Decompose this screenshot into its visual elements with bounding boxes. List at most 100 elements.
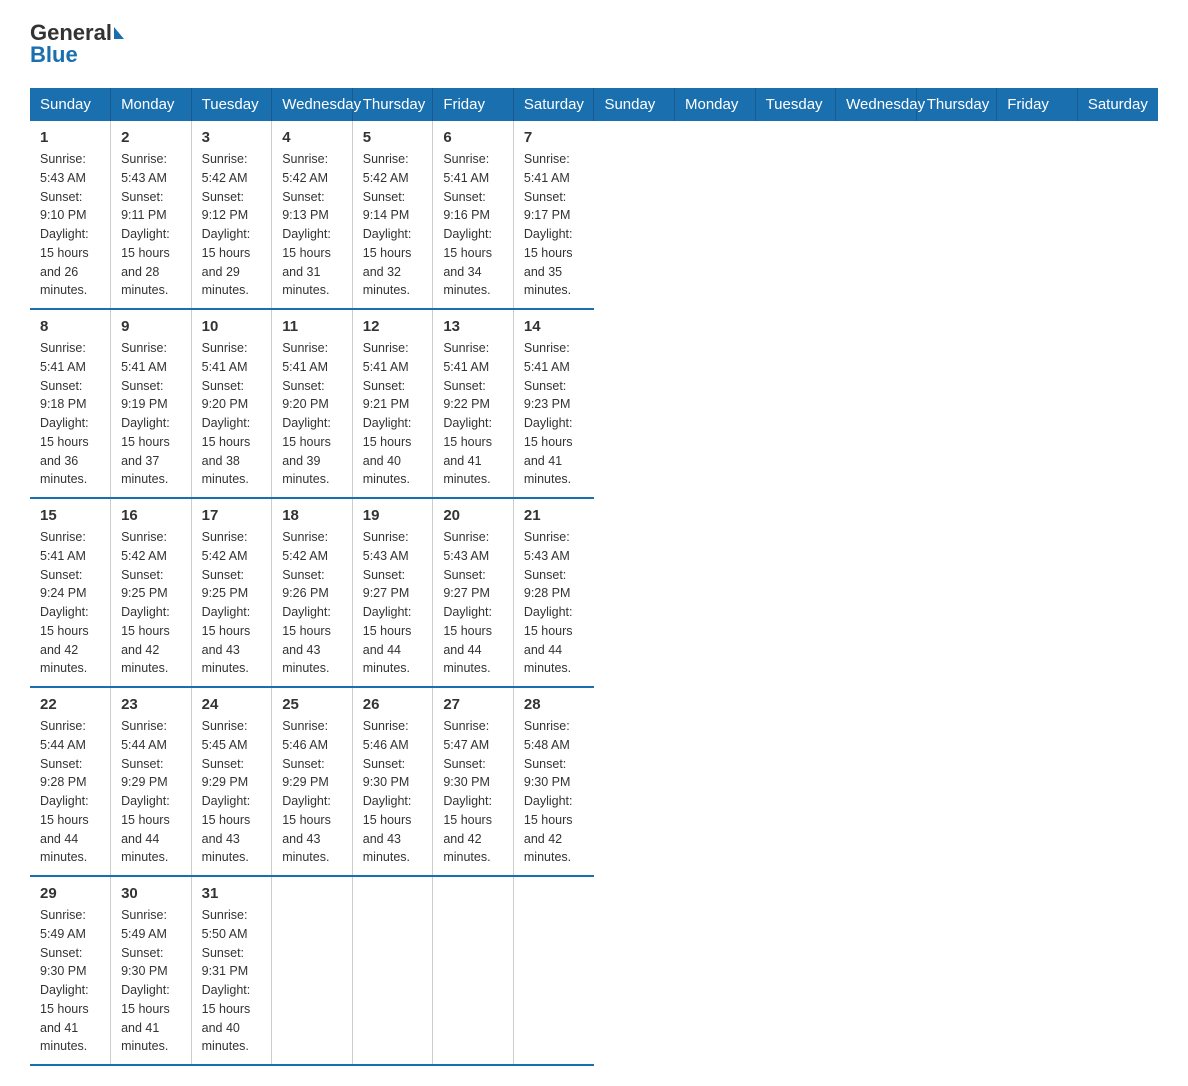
- day-number: 22: [40, 696, 100, 713]
- day-number: 8: [40, 318, 100, 335]
- day-number: 13: [443, 318, 503, 335]
- calendar-day-cell: 12 Sunrise: 5:41 AMSunset: 9:21 PMDayligh…: [352, 309, 433, 498]
- calendar-day-cell: 26 Sunrise: 5:46 AMSunset: 9:30 PMDayligh…: [352, 687, 433, 876]
- day-info: Sunrise: 5:44 AMSunset: 9:29 PMDaylight:…: [121, 717, 181, 867]
- calendar-table: SundayMondayTuesdayWednesdayThursdayFrid…: [30, 88, 1158, 1066]
- calendar-week-row: 15Sunrise: 5:41 AMSunset: 9:24 PMDayligh…: [30, 498, 1158, 687]
- calendar-day-header: Wednesday: [272, 88, 353, 121]
- calendar-day-header: Sunday: [30, 88, 111, 121]
- calendar-day-cell: 22 Sunrise: 5:44 AMSunset: 9:28 PMDayligh…: [30, 687, 111, 876]
- day-info: Sunrise: 5:41 AMSunset: 9:17 PMDaylight:…: [524, 150, 584, 300]
- day-number: 7: [524, 129, 584, 146]
- day-info: Sunrise: 5:43 AMSunset: 9:27 PMDaylight:…: [363, 528, 423, 678]
- day-info: Sunrise: 5:50 AMSunset: 9:31 PMDaylight:…: [202, 906, 262, 1056]
- day-number: 17: [202, 507, 262, 524]
- day-info: Sunrise: 5:44 AMSunset: 9:28 PMDaylight:…: [40, 717, 100, 867]
- calendar-day-header: Friday: [997, 88, 1078, 121]
- day-number: 3: [202, 129, 262, 146]
- day-number: 4: [282, 129, 342, 146]
- calendar-day-cell: [513, 876, 594, 1065]
- day-number: 16: [121, 507, 181, 524]
- day-info: Sunrise: 5:47 AMSunset: 9:30 PMDaylight:…: [443, 717, 503, 867]
- page-header: General Blue: [30, 20, 1158, 68]
- calendar-day-cell: 27 Sunrise: 5:47 AMSunset: 9:30 PMDayligh…: [433, 687, 514, 876]
- calendar-week-row: 22 Sunrise: 5:44 AMSunset: 9:28 PMDayligh…: [30, 687, 1158, 876]
- day-number: 2: [121, 129, 181, 146]
- calendar-day-cell: 18 Sunrise: 5:42 AMSunset: 9:26 PMDayligh…: [272, 498, 353, 687]
- day-number: 11: [282, 318, 342, 335]
- calendar-day-cell: 13 Sunrise: 5:41 AMSunset: 9:22 PMDayligh…: [433, 309, 514, 498]
- day-number: 27: [443, 696, 503, 713]
- calendar-day-header: Wednesday: [836, 88, 917, 121]
- calendar-day-cell: 6 Sunrise: 5:41 AMSunset: 9:16 PMDaylight…: [433, 121, 514, 309]
- calendar-day-cell: 5 Sunrise: 5:42 AMSunset: 9:14 PMDaylight…: [352, 121, 433, 309]
- day-info: Sunrise: 5:45 AMSunset: 9:29 PMDaylight:…: [202, 717, 262, 867]
- calendar-day-header: Monday: [675, 88, 756, 121]
- day-info: Sunrise: 5:48 AMSunset: 9:30 PMDaylight:…: [524, 717, 584, 867]
- calendar-day-cell: 10 Sunrise: 5:41 AMSunset: 9:20 PMDayligh…: [191, 309, 272, 498]
- day-number: 5: [363, 129, 423, 146]
- day-number: 29: [40, 885, 100, 902]
- day-number: 28: [524, 696, 584, 713]
- calendar-day-cell: 25Sunrise: 5:46 AMSunset: 9:29 PMDayligh…: [272, 687, 353, 876]
- day-number: 18: [282, 507, 342, 524]
- calendar-day-cell: 7 Sunrise: 5:41 AMSunset: 9:17 PMDaylight…: [513, 121, 594, 309]
- day-number: 20: [443, 507, 503, 524]
- calendar-day-header: Monday: [111, 88, 192, 121]
- calendar-week-row: 8 Sunrise: 5:41 AMSunset: 9:18 PMDaylight…: [30, 309, 1158, 498]
- calendar-day-header: Saturday: [513, 88, 594, 121]
- day-number: 23: [121, 696, 181, 713]
- calendar-day-header: Tuesday: [191, 88, 272, 121]
- day-info: Sunrise: 5:42 AMSunset: 9:14 PMDaylight:…: [363, 150, 423, 300]
- calendar-day-cell: 11 Sunrise: 5:41 AMSunset: 9:20 PMDayligh…: [272, 309, 353, 498]
- calendar-day-cell: 4Sunrise: 5:42 AMSunset: 9:13 PMDaylight…: [272, 121, 353, 309]
- calendar-day-cell: 23 Sunrise: 5:44 AMSunset: 9:29 PMDayligh…: [111, 687, 192, 876]
- calendar-day-cell: 2 Sunrise: 5:43 AMSunset: 9:11 PMDaylight…: [111, 121, 192, 309]
- calendar-day-header: Saturday: [1077, 88, 1158, 121]
- calendar-day-cell: 1Sunrise: 5:43 AMSunset: 9:10 PMDaylight…: [30, 121, 111, 309]
- calendar-day-cell: [433, 876, 514, 1065]
- day-number: 6: [443, 129, 503, 146]
- calendar-day-cell: 24Sunrise: 5:45 AMSunset: 9:29 PMDayligh…: [191, 687, 272, 876]
- day-info: Sunrise: 5:41 AMSunset: 9:20 PMDaylight:…: [202, 339, 262, 489]
- day-info: Sunrise: 5:42 AMSunset: 9:26 PMDaylight:…: [282, 528, 342, 678]
- calendar-day-header: Thursday: [916, 88, 997, 121]
- day-number: 10: [202, 318, 262, 335]
- calendar-day-cell: 30Sunrise: 5:49 AMSunset: 9:30 PMDayligh…: [111, 876, 192, 1065]
- calendar-week-row: 29 Sunrise: 5:49 AMSunset: 9:30 PMDayligh…: [30, 876, 1158, 1065]
- day-info: Sunrise: 5:41 AMSunset: 9:18 PMDaylight:…: [40, 339, 100, 489]
- calendar-day-cell: 29 Sunrise: 5:49 AMSunset: 9:30 PMDayligh…: [30, 876, 111, 1065]
- calendar-week-row: 1Sunrise: 5:43 AMSunset: 9:10 PMDaylight…: [30, 121, 1158, 309]
- calendar-day-header: Sunday: [594, 88, 675, 121]
- day-number: 30: [121, 885, 181, 902]
- day-info: Sunrise: 5:41 AMSunset: 9:16 PMDaylight:…: [443, 150, 503, 300]
- calendar-day-cell: 28 Sunrise: 5:48 AMSunset: 9:30 PMDayligh…: [513, 687, 594, 876]
- calendar-day-cell: 20Sunrise: 5:43 AMSunset: 9:27 PMDayligh…: [433, 498, 514, 687]
- calendar-day-header: Tuesday: [755, 88, 836, 121]
- day-info: Sunrise: 5:46 AMSunset: 9:30 PMDaylight:…: [363, 717, 423, 867]
- day-info: Sunrise: 5:43 AMSunset: 9:11 PMDaylight:…: [121, 150, 181, 300]
- day-info: Sunrise: 5:41 AMSunset: 9:21 PMDaylight:…: [363, 339, 423, 489]
- calendar-day-cell: 3Sunrise: 5:42 AMSunset: 9:12 PMDaylight…: [191, 121, 272, 309]
- calendar-day-cell: 17 Sunrise: 5:42 AMSunset: 9:25 PMDayligh…: [191, 498, 272, 687]
- logo: General Blue: [30, 20, 124, 68]
- day-info: Sunrise: 5:41 AMSunset: 9:24 PMDaylight:…: [40, 528, 100, 678]
- day-number: 26: [363, 696, 423, 713]
- day-info: Sunrise: 5:42 AMSunset: 9:25 PMDaylight:…: [202, 528, 262, 678]
- calendar-day-cell: 9Sunrise: 5:41 AMSunset: 9:19 PMDaylight…: [111, 309, 192, 498]
- day-number: 21: [524, 507, 584, 524]
- calendar-day-cell: 14Sunrise: 5:41 AMSunset: 9:23 PMDayligh…: [513, 309, 594, 498]
- day-info: Sunrise: 5:41 AMSunset: 9:20 PMDaylight:…: [282, 339, 342, 489]
- day-number: 12: [363, 318, 423, 335]
- day-info: Sunrise: 5:46 AMSunset: 9:29 PMDaylight:…: [282, 717, 342, 867]
- calendar-day-cell: 15Sunrise: 5:41 AMSunset: 9:24 PMDayligh…: [30, 498, 111, 687]
- day-info: Sunrise: 5:43 AMSunset: 9:28 PMDaylight:…: [524, 528, 584, 678]
- calendar-day-cell: [272, 876, 353, 1065]
- day-number: 19: [363, 507, 423, 524]
- day-info: Sunrise: 5:49 AMSunset: 9:30 PMDaylight:…: [40, 906, 100, 1056]
- calendar-day-cell: 21 Sunrise: 5:43 AMSunset: 9:28 PMDayligh…: [513, 498, 594, 687]
- day-number: 31: [202, 885, 262, 902]
- day-info: Sunrise: 5:41 AMSunset: 9:23 PMDaylight:…: [524, 339, 584, 489]
- calendar-day-cell: 16Sunrise: 5:42 AMSunset: 9:25 PMDayligh…: [111, 498, 192, 687]
- day-info: Sunrise: 5:41 AMSunset: 9:22 PMDaylight:…: [443, 339, 503, 489]
